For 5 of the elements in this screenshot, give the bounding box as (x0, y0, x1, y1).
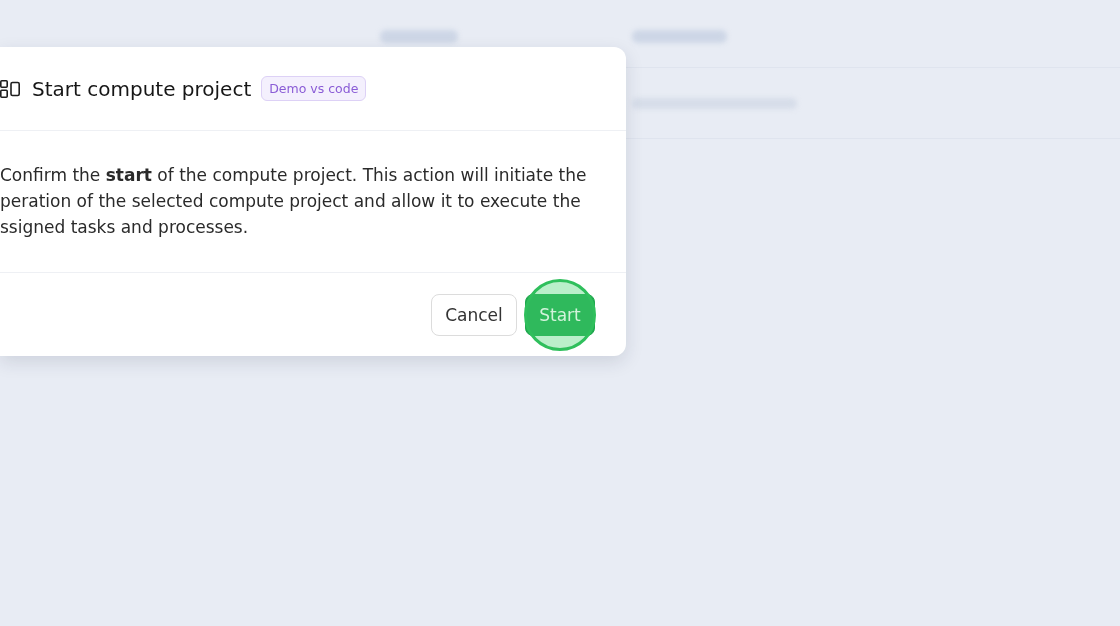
dialog-title: Start compute project (32, 76, 252, 101)
tag: Demo vs code (261, 76, 367, 101)
squares-icon (0, 79, 20, 98)
dialog-message: Confirm the start of the compute project. This action will initiate the peration of the selected compute project and allow it to execute the ssigned tasks and processes. (0, 164, 588, 239)
cancel-button[interactable]: Cancel (431, 293, 517, 336)
